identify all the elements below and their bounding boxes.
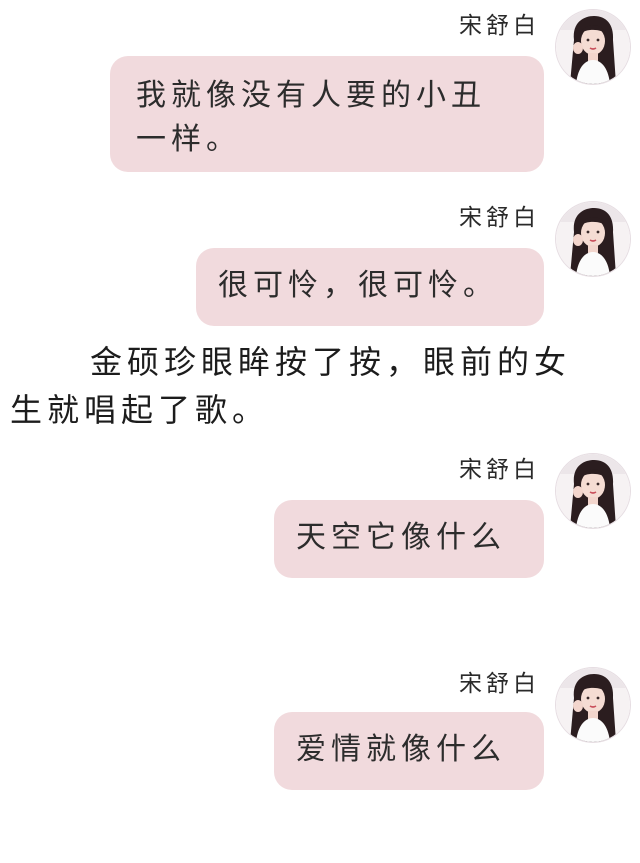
sender-name: 宋舒白 [459, 671, 540, 697]
message-bubble: 天空它像什么 [274, 500, 544, 578]
message-bubble: 我就像没有人要的小丑 一样。 [110, 56, 544, 172]
sender-name: 宋舒白 [459, 205, 540, 231]
avatar-icon[interactable] [556, 668, 630, 742]
message-text-line: 一样。 [136, 122, 241, 157]
narration-line: 金硕珍眼眸按了按，眼前的女 [90, 343, 572, 381]
avatar-icon[interactable] [556, 202, 630, 276]
sender-name: 宋舒白 [459, 457, 540, 483]
narration-line: 生就唱起了歌。 [10, 391, 270, 429]
message-text-line: 我就像没有人要的小丑 [136, 78, 486, 113]
message-bubble: 爱情就像什么 [274, 712, 544, 790]
narration-text: 金硕珍眼眸按了按，眼前的女 生就唱起了歌。 [10, 338, 610, 434]
avatar-icon[interactable] [556, 454, 630, 528]
message-bubble: 很可怜，很可怜。 [196, 248, 544, 326]
message-text-line: 爱情就像什么 [296, 732, 506, 767]
avatar-icon[interactable] [556, 10, 630, 84]
message-text-line: 很可怜，很可怜。 [218, 268, 498, 303]
sender-name: 宋舒白 [459, 13, 540, 39]
message-text-line: 天空它像什么 [296, 520, 506, 555]
